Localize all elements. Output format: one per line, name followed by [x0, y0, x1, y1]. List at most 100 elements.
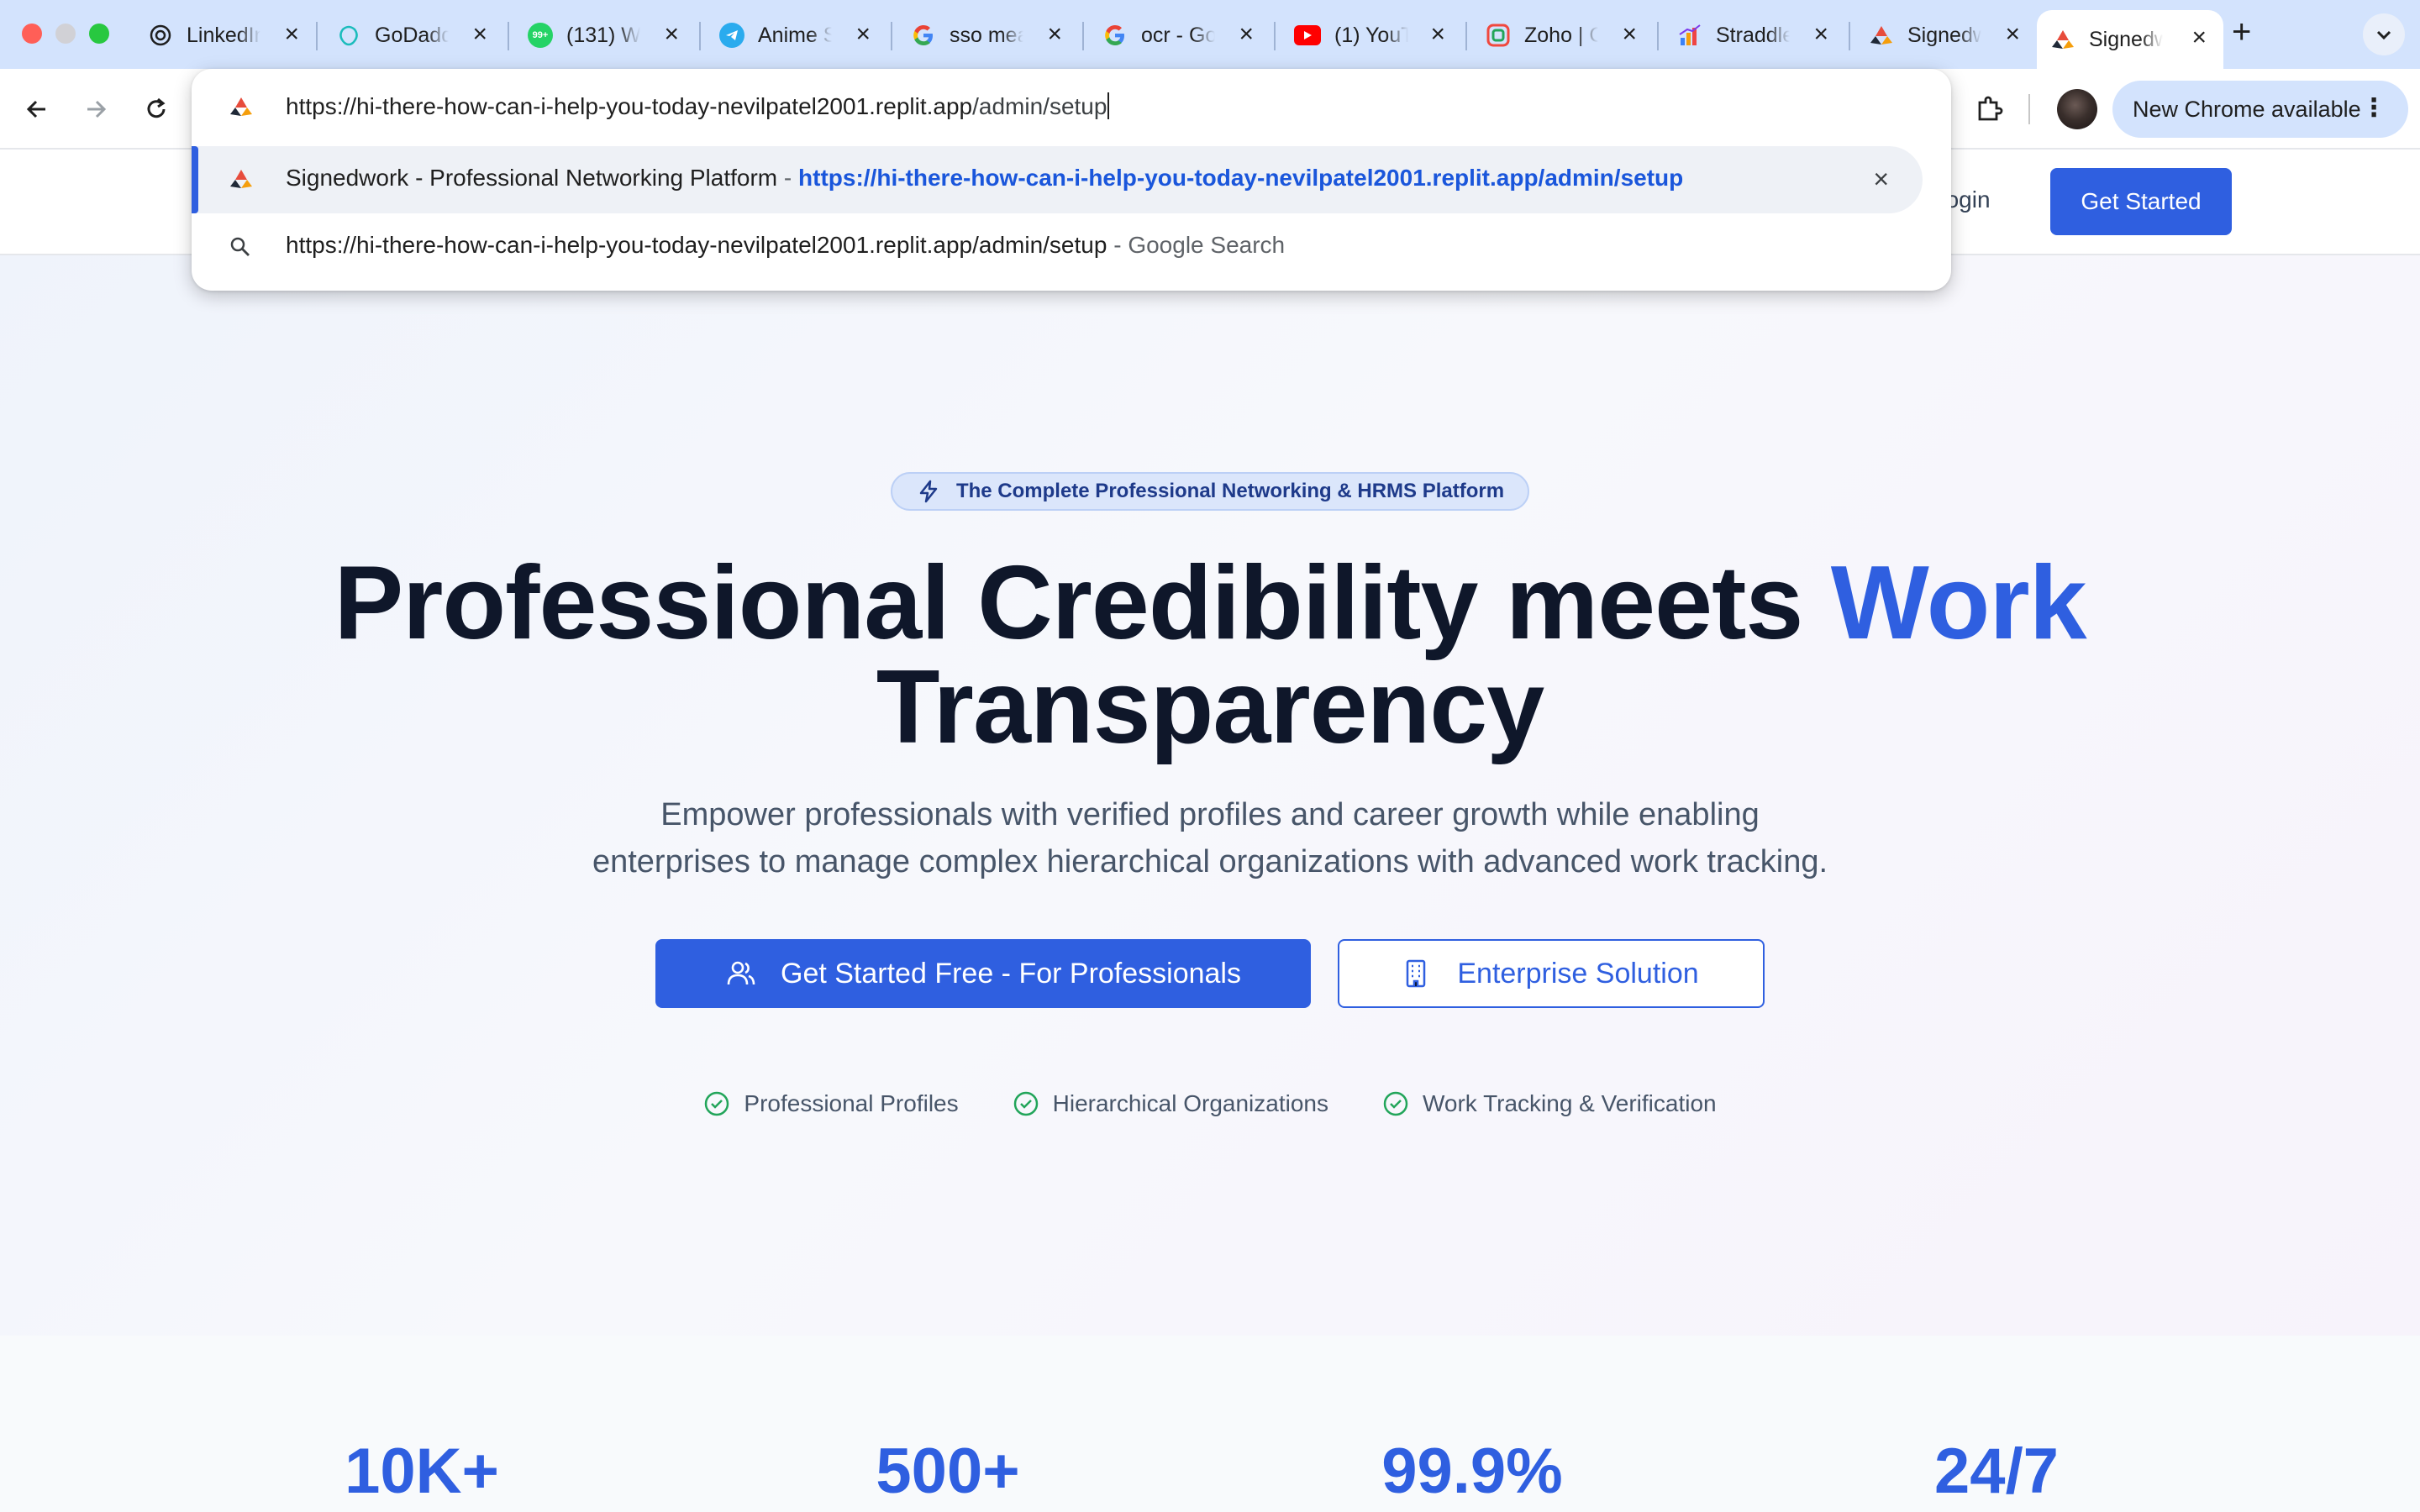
browser-tab[interactable]: (1) YouTube × [1281, 12, 1462, 59]
tab-title: Zoho | CRM [1524, 23, 1598, 47]
close-window-button[interactable] [22, 24, 42, 44]
whatsapp-icon: 99+ [528, 23, 553, 48]
address-bar[interactable]: https://hi-there-how-can-i-help-you-toda… [192, 69, 1951, 144]
tab-title: ocr - Google [1141, 23, 1215, 47]
chevron-down-icon [2376, 30, 2391, 40]
tab-title: Signedwork [2089, 27, 2163, 51]
browser-tab[interactable]: Straddle × [1664, 12, 1845, 59]
browser-tab[interactable]: ocr - Google × [1089, 12, 1270, 59]
text-caret [1107, 92, 1110, 119]
suggestion-sep: - [1107, 232, 1128, 258]
signedwork-icon [2050, 27, 2075, 52]
tab-close-icon[interactable]: × [472, 22, 487, 47]
stat-value: 10K+ [345, 1436, 499, 1507]
tab-close-icon[interactable]: × [1430, 22, 1445, 47]
maximize-window-button[interactable] [89, 24, 109, 44]
tab-close-icon[interactable]: × [1622, 22, 1637, 47]
tab-close-icon[interactable]: × [1047, 22, 1062, 47]
back-button[interactable] [15, 87, 59, 131]
signedwork-icon [1869, 23, 1894, 48]
stat-value: 99.9% [1381, 1436, 1563, 1507]
stat-value: 500+ [876, 1436, 1020, 1507]
feature-label: Professional Profiles [744, 1090, 959, 1116]
tab-title: LinkedIn [187, 23, 260, 47]
godaddy-icon [336, 23, 361, 48]
get-started-professionals-button[interactable]: Get Started Free - For Professionals [655, 939, 1311, 1008]
tab-close-icon[interactable]: × [2005, 22, 2020, 47]
suggestion-url: https://hi-there-how-can-i-help-you-toda… [798, 165, 1684, 191]
tab-strip: LinkedIn × GoDaddy × 99+ (131) WhatsApp … [0, 0, 2420, 69]
omnibox-suggestion[interactable]: https://hi-there-how-can-i-help-you-toda… [192, 213, 1951, 281]
check-circle-icon [705, 1091, 729, 1116]
arrow-right-icon [87, 100, 107, 118]
suggestion-query: https://hi-there-how-can-i-help-you-toda… [286, 232, 1107, 258]
building-icon [1407, 959, 1426, 988]
reload-button[interactable] [134, 87, 178, 131]
youtube-icon [1294, 25, 1321, 45]
browser-tab-active[interactable]: Signedwork × [2037, 10, 2223, 69]
omnibox-dropdown: https://hi-there-how-can-i-help-you-toda… [192, 69, 1951, 291]
browser-tab[interactable]: LinkedIn × [134, 12, 316, 59]
tab-close-icon[interactable]: × [664, 22, 679, 47]
tab-title: sso meaning [950, 23, 1023, 47]
remove-suggestion-icon[interactable]: × [1873, 165, 1889, 193]
suggestion-text: https://hi-there-how-can-i-help-you-toda… [286, 232, 1285, 259]
profile-avatar[interactable] [2057, 89, 2097, 129]
search-icon [229, 235, 252, 263]
headline-part1: Professional Credibility meets [334, 545, 1831, 661]
check-circle-icon [1383, 1091, 1408, 1116]
hero-headline: Professional Credibility meets Work Tran… [0, 551, 2420, 759]
browser-tab[interactable]: Anime Sama × [706, 12, 887, 59]
tab-title: (1) YouTube [1334, 23, 1408, 47]
stats-section: 10K+ 500+ 99.9% 24/7 [0, 1336, 2420, 1512]
more-menu-icon[interactable]: ⋮ [2361, 96, 2386, 121]
feature-item: Hierarchical Organizations [1013, 1090, 1328, 1117]
openai-icon [148, 23, 173, 48]
forward-button[interactable] [74, 87, 118, 131]
suggestion-suffix: Google Search [1128, 232, 1286, 258]
tab-title: Signedwork [1907, 23, 1981, 47]
google-icon [911, 23, 936, 48]
signedwork-icon [229, 166, 254, 196]
address-input[interactable]: https://hi-there-how-can-i-help-you-toda… [286, 92, 1110, 120]
enterprise-solution-button[interactable]: Enterprise Solution [1338, 939, 1765, 1008]
new-tab-button[interactable]: + [2232, 13, 2251, 51]
lightning-icon [919, 480, 938, 503]
users-icon [727, 961, 755, 985]
omnibox-suggestion-selected[interactable]: Signedwork - Professional Networking Pla… [192, 146, 1923, 213]
zoho-icon [1486, 23, 1511, 48]
tab-title: Anime Sama [758, 23, 832, 47]
hero-section: The Complete Professional Networking & H… [0, 255, 2420, 1336]
tab-search-button[interactable] [2363, 13, 2405, 55]
suggestion-title: Signedwork - Professional Networking Pla… [286, 165, 778, 191]
tab-close-icon[interactable]: × [1813, 22, 1828, 47]
headline-accent: Work [1830, 545, 2087, 661]
hero-subcopy: Empower professionals with verified prof… [0, 791, 2420, 885]
stat-value: 24/7 [1934, 1436, 2059, 1507]
platform-badge: The Complete Professional Networking & H… [891, 472, 1529, 511]
telegram-icon [719, 23, 744, 48]
browser-tab[interactable]: Signedwork × [1855, 12, 2037, 59]
toolbar-divider [2028, 94, 2030, 124]
suggestion-text: Signedwork - Professional Networking Pla… [286, 165, 1683, 192]
selection-indicator [192, 146, 198, 213]
update-chrome-button[interactable]: New Chrome available ⋮ [2112, 81, 2408, 138]
extensions-button[interactable] [1966, 86, 2013, 133]
get-started-button[interactable]: Get Started [2050, 168, 2232, 235]
browser-tab[interactable]: Zoho | CRM × [1472, 12, 1654, 59]
tab-close-icon[interactable]: × [2191, 25, 2207, 50]
feature-label: Work Tracking & Verification [1422, 1090, 1717, 1116]
tab-title: (131) WhatsApp [566, 23, 640, 47]
primary-cta-label: Get Started Free - For Professionals [781, 957, 1241, 990]
tab-close-icon[interactable]: × [284, 22, 299, 47]
tab-close-icon[interactable]: × [855, 22, 871, 47]
minimize-window-button[interactable] [55, 24, 76, 44]
browser-tab[interactable]: GoDaddy × [323, 12, 504, 59]
feature-item: Professional Profiles [703, 1090, 959, 1117]
signedwork-icon [229, 94, 254, 123]
tab-close-icon[interactable]: × [1239, 22, 1254, 47]
browser-tab[interactable]: sso meaning × [897, 12, 1079, 59]
browser-tab[interactable]: 99+ (131) WhatsApp × [514, 12, 696, 59]
update-label: New Chrome available [2133, 96, 2361, 122]
feature-list: Professional Profiles Hierarchical Organ… [0, 1090, 2420, 1117]
